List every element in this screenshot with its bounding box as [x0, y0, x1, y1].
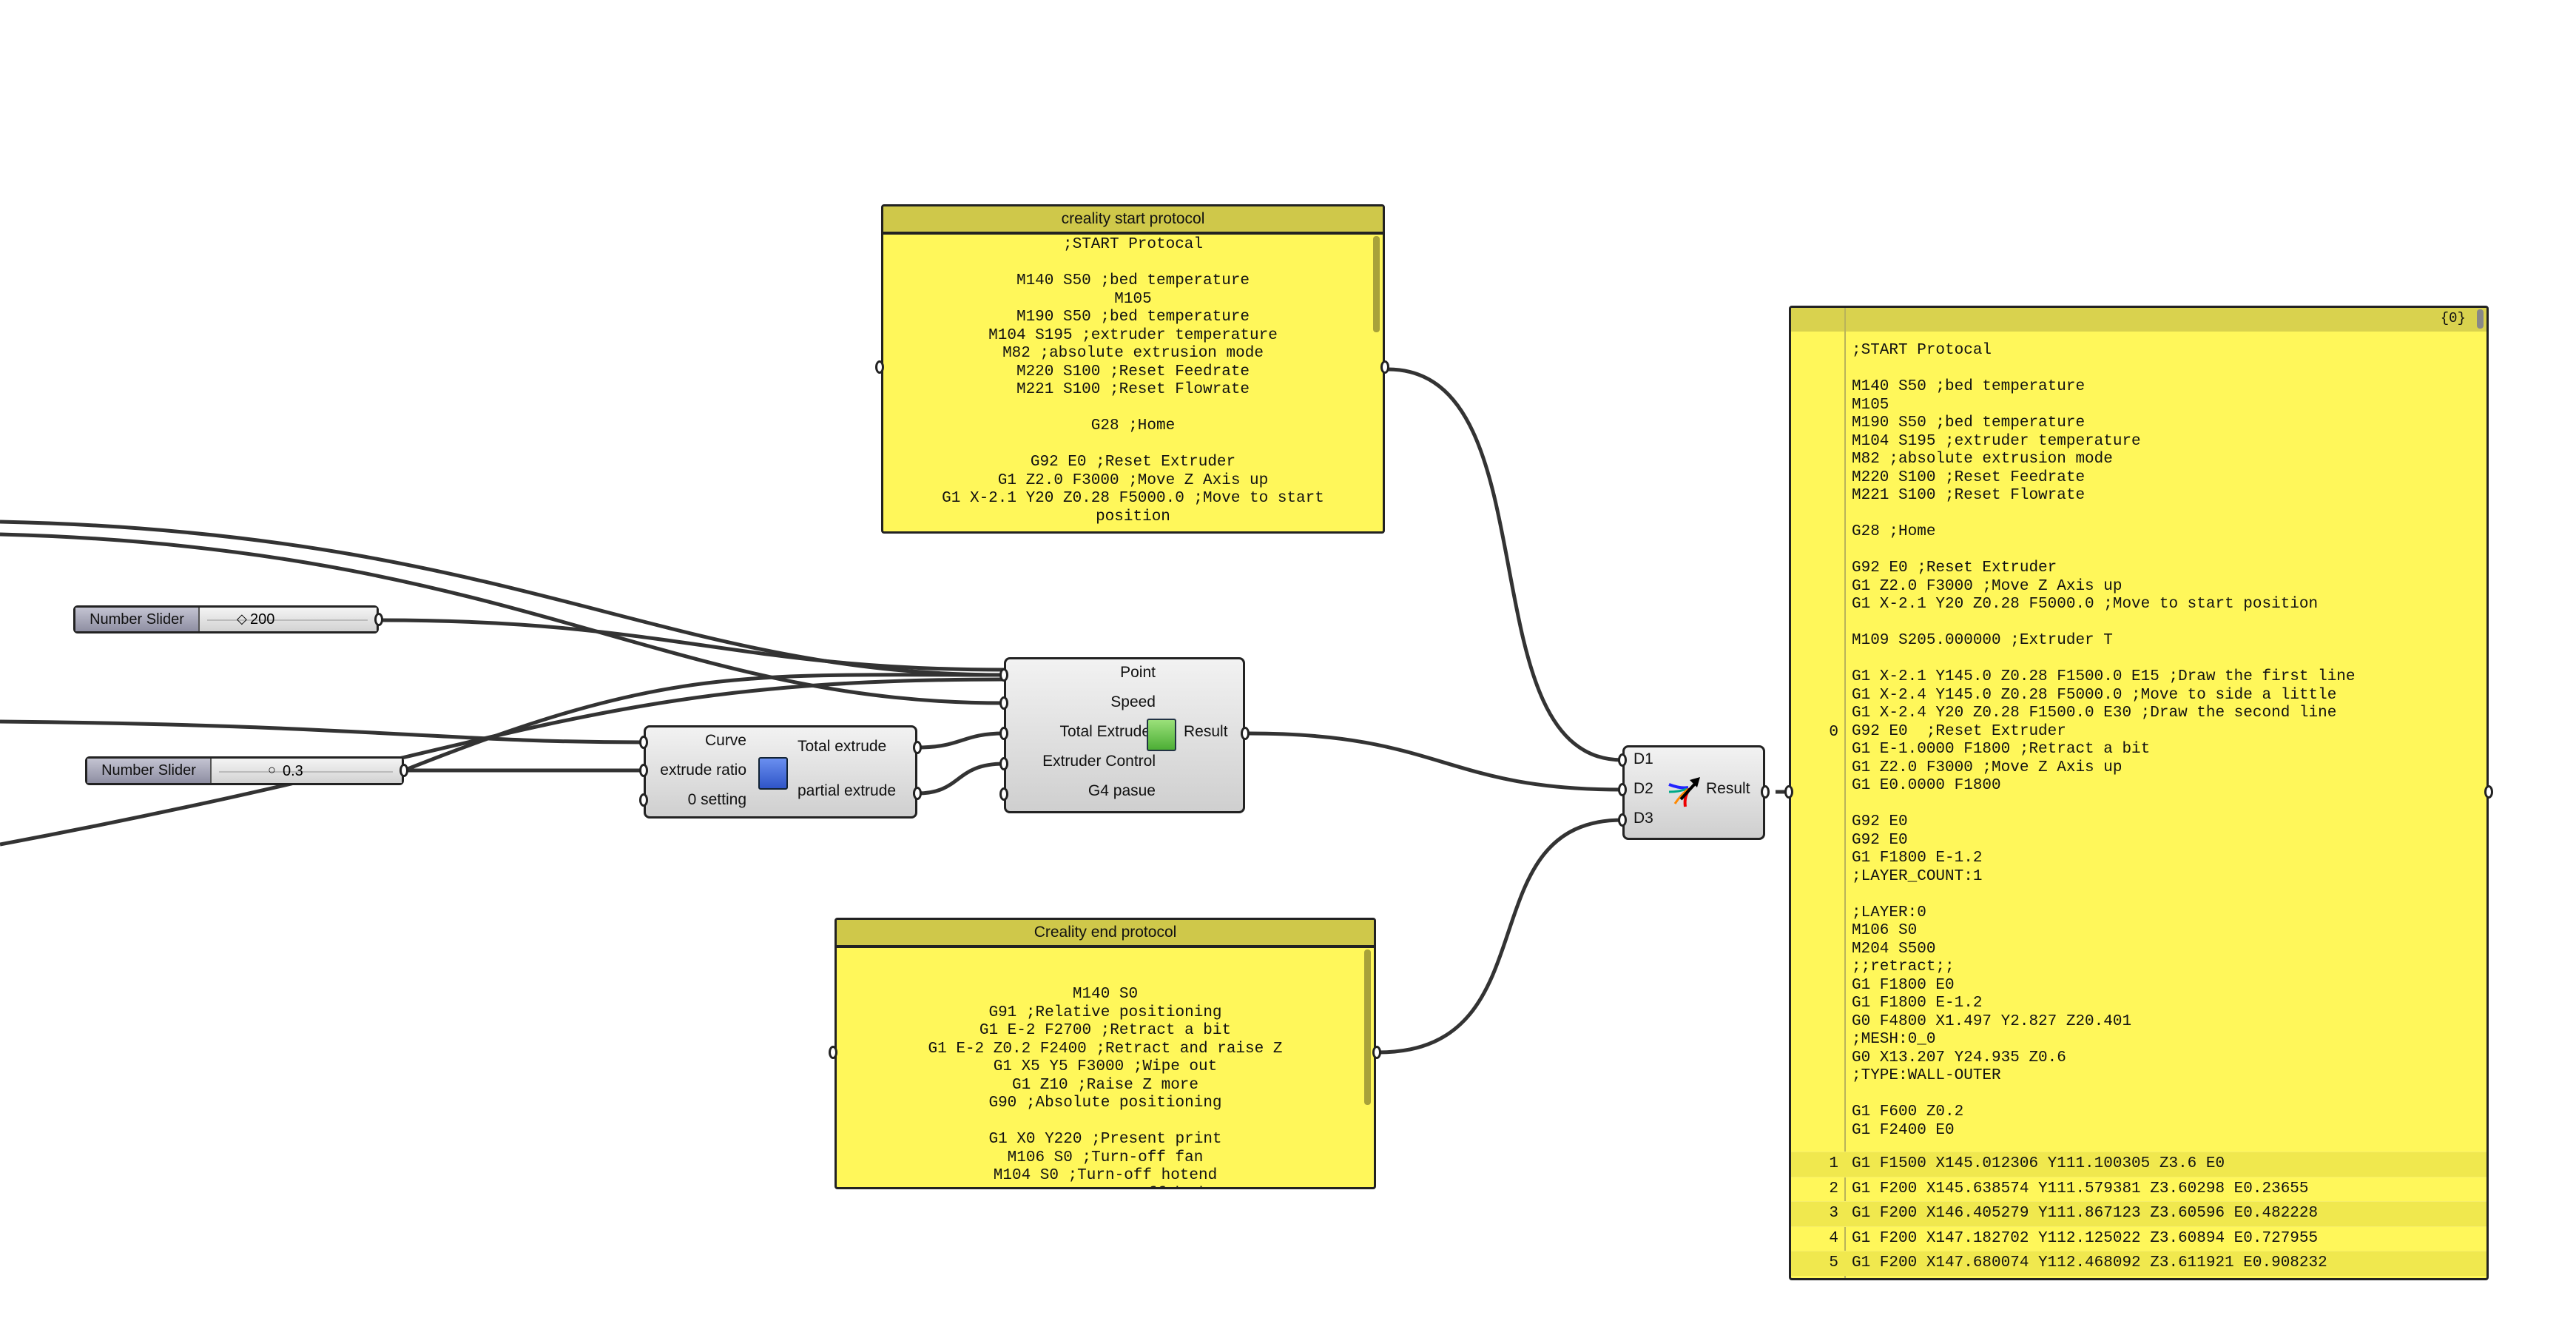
wire-result-to-d2	[1248, 731, 1623, 792]
input-port[interactable]	[829, 1046, 837, 1059]
slider-handle[interactable]: ○	[268, 762, 276, 778]
item-index: 3	[1829, 1205, 1838, 1223]
item-text: G1 F200 X147.680074 Y112.468092 Z3.61192…	[1852, 1254, 2327, 1272]
wire-start-to-d1	[1387, 367, 1623, 762]
item-text: ;START Protocal M140 S50 ;bed temperatur…	[1852, 342, 2356, 1175]
item-index: 2	[1829, 1180, 1838, 1197]
merge-arrow-icon	[1668, 777, 1700, 807]
scrollbar[interactable]	[2477, 309, 2484, 329]
slider-name: Number Slider	[75, 608, 200, 631]
list-item[interactable]: 1 G1 F1500 X145.012306 Y111.100305 Z3.6 E…	[1791, 1152, 2486, 1177]
output-port[interactable]	[1761, 785, 1770, 799]
panel-title: creality start protocol	[883, 206, 1383, 235]
output-partial-extrude[interactable]: partial extrude	[798, 782, 896, 800]
input-port[interactable]	[1618, 753, 1627, 767]
input-curve[interactable]: Curve	[705, 732, 746, 750]
output-total-extrude[interactable]: Total extrude	[798, 738, 886, 756]
input-extruder-control[interactable]: Extruder Control	[1042, 753, 1156, 770]
input-port[interactable]	[639, 764, 648, 777]
wire-partial-extrude	[917, 762, 1005, 796]
input-port[interactable]	[999, 727, 1008, 740]
input-port[interactable]	[999, 787, 1008, 801]
input-port[interactable]	[999, 757, 1008, 770]
output-port[interactable]	[1241, 727, 1250, 740]
output-port[interactable]	[1380, 360, 1389, 374]
panel-header: {0}	[1791, 308, 2486, 332]
input-extrude-ratio[interactable]: extrude ratio	[660, 762, 746, 779]
slider-name: Number Slider	[87, 759, 212, 783]
result-panel[interactable]: {0} 0 ;START Protocal M140 S50 ;bed temp…	[1789, 306, 2489, 1280]
item-text: G1 F200 X146.405279 Y111.867123 Z3.60596…	[1852, 1205, 2319, 1223]
scrollbar[interactable]	[1373, 236, 1380, 332]
output-result[interactable]: Result	[1184, 723, 1228, 741]
number-slider-200[interactable]: Number Slider ◇ 200	[73, 605, 379, 633]
input-g4-pause[interactable]: G4 pasue	[1088, 782, 1156, 800]
list-item[interactable]: 2 G1 F200 X145.638574 Y111.579381 Z3.6029…	[1791, 1176, 2486, 1202]
item-index: 0	[1829, 724, 1838, 741]
input-port[interactable]	[999, 668, 1008, 682]
slider-value: 200	[250, 611, 275, 628]
output-port[interactable]	[399, 764, 408, 777]
panel-text[interactable]: ;START Protocal M140 S50 ;bed temperatur…	[883, 235, 1383, 526]
slider-value: 0.3	[283, 763, 303, 779]
list-item[interactable]: 4 G1 F200 X147.182702 Y112.125022 Z3.6089…	[1791, 1226, 2486, 1251]
slider-track[interactable]: ◇ 200	[200, 608, 377, 631]
input-0-setting[interactable]: 0 setting	[688, 791, 746, 809]
gcode-script-component[interactable]: Point Speed Total Extruder Extruder Cont…	[1004, 657, 1245, 813]
output-port[interactable]	[374, 613, 383, 626]
slider-track[interactable]: ○ 0.3	[212, 759, 402, 783]
output-port[interactable]	[913, 787, 922, 800]
input-d2[interactable]: D2	[1633, 780, 1653, 798]
list-item[interactable]: 3 G1 F200 X146.405279 Y111.867123 Z3.6059…	[1791, 1201, 2486, 1226]
panel-text[interactable]: M140 S0 G91 ;Relative positioning G1 E-2…	[837, 948, 1374, 1187]
input-point[interactable]: Point	[1120, 664, 1156, 682]
input-d3[interactable]: D3	[1633, 810, 1653, 827]
output-result[interactable]: Result	[1706, 780, 1750, 798]
input-port[interactable]	[999, 696, 1008, 710]
input-port[interactable]	[875, 360, 884, 374]
wire-end-to-d3	[1378, 818, 1623, 1055]
input-port[interactable]	[639, 793, 648, 807]
output-port[interactable]	[1372, 1046, 1381, 1059]
wire-slider200-to-point	[382, 618, 1005, 672]
data-path: {0}	[2440, 310, 2466, 326]
extrude-script-component[interactable]: Curve extrude ratio 0 setting Total extr…	[644, 725, 917, 819]
input-total-extruder[interactable]: Total Extruder	[1059, 723, 1156, 741]
green-script-icon	[1147, 719, 1176, 751]
item-index: 1	[1829, 1155, 1838, 1172]
slider-handle[interactable]: ◇	[237, 611, 247, 627]
input-speed[interactable]: Speed	[1110, 693, 1156, 711]
input-port[interactable]	[1784, 785, 1793, 799]
list-item[interactable]: 5 G1 F200 X147.680074 Y112.468092 Z3.6119…	[1791, 1251, 2486, 1276]
start-protocol-panel[interactable]: creality start protocol ;START Protocal …	[881, 204, 1385, 534]
item-text: G1 F200 X147.182702 Y112.125022 Z3.60894…	[1852, 1229, 2319, 1247]
item-index: 4	[1829, 1229, 1838, 1247]
item-text: G1 F1500 X145.012306 Y111.100305 Z3.6 E0	[1852, 1155, 2225, 1172]
input-port[interactable]	[639, 736, 648, 749]
input-port[interactable]	[1618, 783, 1627, 796]
number-slider-0.3[interactable]: Number Slider ○ 0.3	[85, 756, 404, 785]
input-port[interactable]	[1618, 813, 1627, 827]
panel-title: Creality end protocol	[837, 920, 1374, 948]
end-protocol-panel[interactable]: Creality end protocol M140 S0 G91 ;Relat…	[834, 918, 1376, 1189]
input-d1[interactable]: D1	[1633, 750, 1653, 768]
merge-component[interactable]: D1 D2 D3 Result	[1622, 745, 1765, 840]
output-port[interactable]	[2484, 785, 2493, 799]
list-item[interactable]: 0 ;START Protocal M140 S50 ;bed temperat…	[1791, 332, 2486, 1175]
scrollbar[interactable]	[1364, 950, 1371, 1105]
output-port[interactable]	[913, 741, 922, 754]
item-index: 5	[1829, 1254, 1838, 1272]
blue-script-icon	[758, 757, 788, 790]
wire-total-extrude	[917, 731, 1005, 750]
item-text: G1 F200 X145.638574 Y111.579381 Z3.60298…	[1852, 1180, 2309, 1197]
